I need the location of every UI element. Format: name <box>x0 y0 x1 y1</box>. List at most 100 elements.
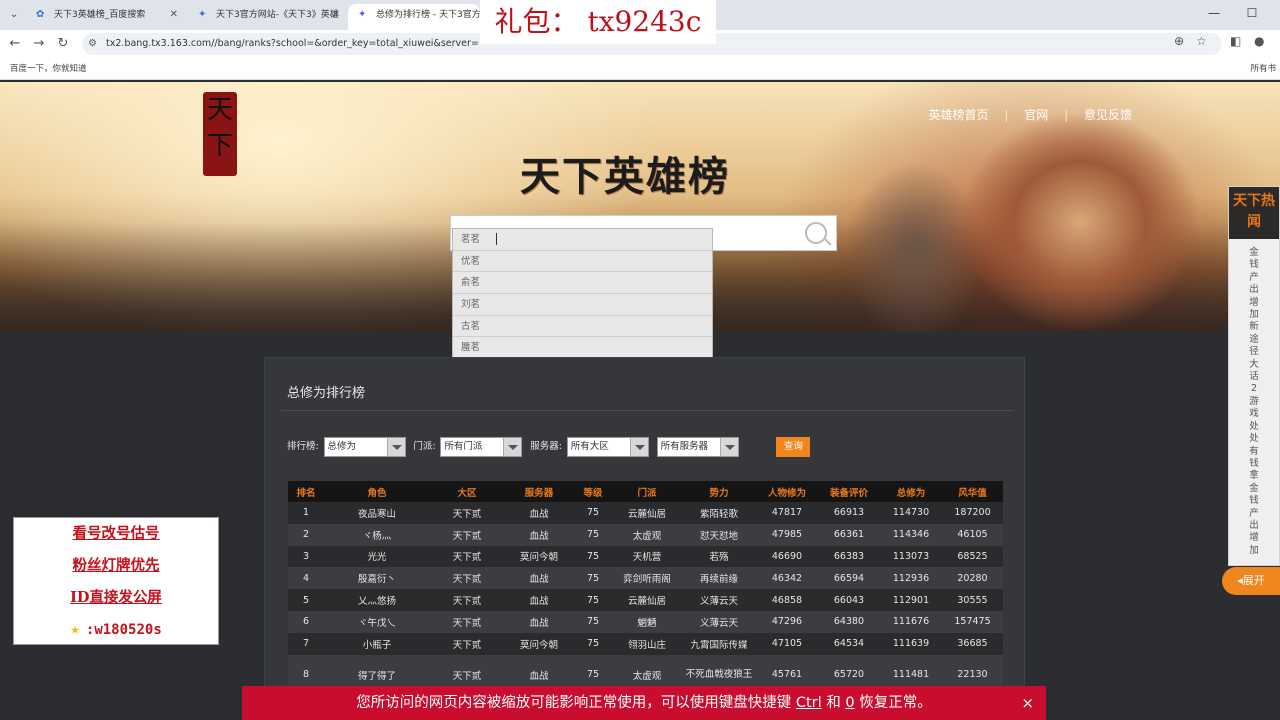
table-row: 6 ヾ午戊乀 天下贰 血战 75 魍魉 义薄云天 47296 64380 111676 157475 <box>288 610 1003 633</box>
server-select[interactable]: 所有服务器 <box>656 437 739 457</box>
table-cell: 莫问今朝 <box>504 632 574 655</box>
table-cell: 75 <box>574 545 612 568</box>
school-select-value: 所有门派 <box>444 441 483 452</box>
school-select[interactable]: 所有门派 <box>440 437 523 457</box>
close-icon[interactable]: × <box>1021 686 1034 720</box>
table-cell: 魍魉 <box>612 610 682 633</box>
table-cell: 血战 <box>504 589 574 611</box>
table-cell: 九霄国际传媒 <box>682 632 756 655</box>
url-text: tx2.bang.tx3.163.com//bang/ranks?school=… <box>106 38 479 49</box>
page-title: 天下英雄榜 <box>520 153 730 200</box>
table-row: 1 夜品寒山 天下贰 血战 75 云麓仙居 紫陌轻歌 47817 66913 114730 1872… <box>288 502 1003 524</box>
forward-icon[interactable]: → <box>30 35 48 53</box>
suggestion-item[interactable]: 刘茗 <box>453 294 712 316</box>
hero-figure-right <box>960 112 1220 332</box>
tab-search-icon[interactable]: ⌄ <box>6 7 22 23</box>
table-row: 2 ヾ杨灬 天下贰 血战 75 太虚观 怼天怼地 47985 66361 114346 46105 <box>288 523 1003 546</box>
profile-icon[interactable]: ● <box>1254 34 1264 48</box>
table-cell: 66361 <box>818 523 880 546</box>
promo-line: 粉丝灯牌优先 <box>72 557 160 574</box>
nav-official[interactable]: 官网 <box>1024 108 1048 122</box>
chevron-down-icon[interactable] <box>386 438 405 456</box>
browser-tab-1[interactable]: ✿ 天下3英雄榜_百度搜索 ✕ <box>26 4 186 30</box>
chevron-down-icon[interactable] <box>503 438 522 456</box>
maximize-icon[interactable]: ☐ <box>1242 6 1262 20</box>
hero-nav: 英雄榜首页 | 官网 | 意见反馈 <box>923 106 1138 123</box>
suggestion-item[interactable]: 俞茗 <box>453 272 712 295</box>
table-cell: 紫陌轻歌 <box>682 502 756 524</box>
query-button[interactable]: 查询 <box>776 437 811 457</box>
table-cell: 4 <box>288 567 324 590</box>
table-row: 7 小瓶子 天下贰 莫问今朝 75 翎羽山庄 九霄国际传媒 47105 64534 111639 3… <box>288 632 1003 655</box>
nav-rank-home[interactable]: 英雄榜首页 <box>929 108 989 122</box>
table-cell: 天下贰 <box>430 567 504 590</box>
close-icon[interactable]: ✕ <box>170 4 178 26</box>
bookmark-star-icon[interactable]: ☆ <box>1196 34 1207 48</box>
suggestion-item[interactable]: 茗茗 <box>453 229 712 251</box>
close-icon[interactable]: ✕ <box>332 4 340 26</box>
table-cell: 天下贰 <box>430 502 504 524</box>
table-cell: 111676 <box>880 610 942 633</box>
nav-feedback[interactable]: 意见反馈 <box>1084 108 1132 122</box>
site-info-icon[interactable]: ⚙ <box>88 38 97 49</box>
search-suggestions: 茗茗 优茗 俞茗 刘茗 古茗 蜃茗 <box>452 228 713 361</box>
filter-bar: 排行榜: 总修为 门派: 所有门派 服务器: 所有大区 所有服务器 查询 <box>287 437 811 457</box>
expand-button[interactable]: ◂展开 <box>1222 567 1280 595</box>
table-cell[interactable]: 殷嘉衍丶 <box>324 567 430 590</box>
promo-line: ID直接发公屏 <box>70 589 162 606</box>
table-cell: 66043 <box>818 589 880 611</box>
table-cell: 5 <box>288 589 324 611</box>
table-row: 5 乂灬悠扬 天下贰 血战 75 云麓仙居 义薄云天 46858 66043 112901 3055… <box>288 589 1003 611</box>
search-icon[interactable] <box>805 222 827 244</box>
chevron-down-icon[interactable] <box>629 438 648 456</box>
rank-select[interactable]: 总修为 <box>323 437 406 457</box>
minimize-icon[interactable]: — <box>1204 6 1224 20</box>
table-cell: 112901 <box>880 589 942 611</box>
region-select[interactable]: 所有大区 <box>566 437 649 457</box>
zoom-icon[interactable]: ⊕ <box>1174 34 1184 48</box>
side-news-panel: 天下热闻 金钱产出增加新途径大话2游戏处处有钱拿金钱产出增加 <box>1228 186 1280 566</box>
table-cell[interactable]: 乂灬悠扬 <box>324 589 430 611</box>
table-cell: 47296 <box>756 610 818 633</box>
suggestion-item[interactable]: 优茗 <box>453 251 712 273</box>
reload-icon[interactable]: ↻ <box>54 35 72 53</box>
table-cell[interactable]: 小瓶子 <box>324 632 430 655</box>
table-cell: 111639 <box>880 632 942 655</box>
server-select-value: 所有服务器 <box>660 441 709 452</box>
bookmarks-bar: 百度一下，你就知道 所有书 <box>0 58 1280 80</box>
table-cell[interactable]: 光光 <box>324 545 430 568</box>
suggestion-item[interactable]: 古茗 <box>453 316 712 338</box>
table-cell: 112936 <box>880 567 942 590</box>
table-header-row: 排名 角色 大区 服务器 等级 门派 势力 人物修为 装备评价 总修为 风华值 <box>288 481 1003 502</box>
table-cell[interactable]: 夜品寒山 <box>324 502 430 524</box>
table-cell: 114346 <box>880 523 942 546</box>
bookmark-baidu[interactable]: 百度一下，你就知道 <box>10 62 87 74</box>
browser-tab-2[interactable]: ✦ 天下3官方网站-《天下3》英雄 ✕ <box>188 4 348 30</box>
zoom-warning-text-2: 和 <box>821 695 846 711</box>
table-cell: 血战 <box>504 502 574 524</box>
table-cell: 1 <box>288 502 324 524</box>
side-panel-icon[interactable]: ◧ <box>1230 34 1241 48</box>
table-row: 3 光光 天下贰 莫问今朝 75 天机营 若殇 46690 66383 113073 68525 <box>288 545 1003 568</box>
chevron-down-icon[interactable] <box>719 438 738 456</box>
side-news-text[interactable]: 金钱产出增加新途径大话2游戏处处有钱拿金钱产出增加 <box>1247 247 1261 557</box>
table-cell: 68525 <box>942 545 1003 568</box>
suggestion-item[interactable]: 蜃茗 <box>453 337 712 360</box>
back-icon[interactable]: ← <box>6 35 24 53</box>
table-cell[interactable]: ヾ杨灬 <box>324 523 430 546</box>
zoom-warning-key-ctrl: Ctrl <box>795 695 822 711</box>
table-cell: 47817 <box>756 502 818 524</box>
zoom-warning-text-3: 恢复正常。 <box>854 695 932 711</box>
table-cell: 36685 <box>942 632 1003 655</box>
school-label: 门派: <box>413 441 436 452</box>
table-cell: 187200 <box>942 502 1003 524</box>
column-header: 等级 <box>574 481 612 502</box>
table-cell: 157475 <box>942 610 1003 633</box>
table-cell[interactable]: ヾ午戊乀 <box>324 610 430 633</box>
game-logo[interactable]: 天下 <box>203 92 237 176</box>
all-bookmarks[interactable]: 所有书 <box>1250 62 1276 74</box>
nav-separator: | <box>1064 108 1069 122</box>
table-cell: 66913 <box>818 502 880 524</box>
table-cell: 7 <box>288 632 324 655</box>
browser-tab-3[interactable]: ✦ 总修为排行榜 - 天下3官方网站 <box>348 4 480 30</box>
